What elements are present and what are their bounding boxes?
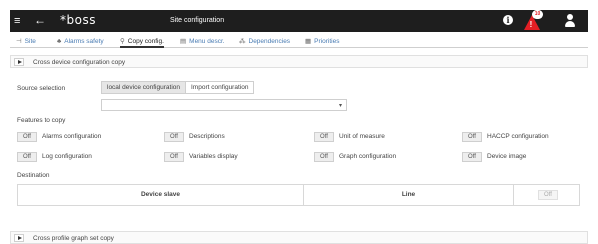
- priorities-icon: ▦: [305, 38, 312, 45]
- feature-label: Variables display: [189, 153, 238, 160]
- site-icon: ⊣: [16, 38, 22, 45]
- graph-copy-section-header[interactable]: Cross profile graph set copy: [10, 231, 588, 244]
- graph-copy-section-title: Cross profile graph set copy: [33, 235, 114, 242]
- alarms-safety-icon: ♣: [57, 38, 62, 45]
- tab-label: Priorities: [314, 38, 340, 45]
- user-icon-head: [567, 14, 573, 20]
- device-copy-section-header[interactable]: Cross device configuration copy: [10, 55, 588, 68]
- source-device-select[interactable]: ▾: [101, 99, 347, 111]
- back-arrow-icon[interactable]: ←: [34, 13, 46, 27]
- feature-label: Device image: [487, 153, 527, 160]
- page-title: Site configuration: [170, 17, 225, 24]
- feature-toggle[interactable]: Off: [462, 132, 482, 142]
- hamburger-menu-icon[interactable]: ≡: [14, 14, 20, 28]
- user-icon[interactable]: [564, 14, 576, 28]
- copy-config-icon: ⚲: [120, 38, 125, 45]
- alarm-warning-icon[interactable]: ! 10: [522, 10, 543, 31]
- feature-label: Descriptions: [189, 133, 225, 140]
- menu-descr-icon: ▤: [180, 38, 187, 45]
- chevron-down-icon: ▾: [338, 103, 342, 109]
- top-navigation-bar: ≡ ← *boss Site configuration i ! 10: [10, 10, 588, 32]
- feature-toggle[interactable]: Off: [462, 152, 482, 162]
- destination-label: Destination: [17, 172, 50, 179]
- select-all-toggle[interactable]: Off: [538, 190, 558, 200]
- feature-toggle[interactable]: Off: [314, 132, 334, 142]
- import-configuration-option[interactable]: Import configuration: [186, 82, 253, 93]
- alarm-count-badge: 10: [532, 10, 543, 19]
- expand-section-button[interactable]: [14, 58, 24, 66]
- tab-dependencies[interactable]: ⁂ Dependencies: [239, 36, 290, 48]
- source-selection-label: Source selection: [17, 85, 66, 92]
- alarm-exclamation-mark: !: [529, 20, 533, 29]
- tab-label: Dependencies: [248, 38, 291, 45]
- feature-label: HACCP configuration: [487, 133, 549, 140]
- feature-toggle[interactable]: Off: [164, 152, 184, 162]
- line-column-header[interactable]: Line: [304, 185, 514, 205]
- feature-label: Alarms configuration: [42, 133, 102, 140]
- info-icon[interactable]: i: [503, 15, 513, 25]
- tab-label: Menu descr.: [189, 38, 225, 45]
- tab-label: Site: [24, 38, 36, 45]
- tab-site[interactable]: ⊣ Site: [16, 36, 36, 48]
- dependencies-icon: ⁂: [239, 38, 246, 45]
- tab-label: Copy config.: [127, 38, 164, 45]
- user-icon-body: [565, 21, 575, 27]
- feature-toggle[interactable]: Off: [314, 152, 334, 162]
- tab-alarms-safety[interactable]: ♣ Alarms safety: [57, 36, 104, 48]
- source-selection-toggle: local device configuration Import config…: [101, 81, 255, 94]
- feature-toggle[interactable]: Off: [17, 132, 37, 142]
- features-label: Features to copy: [17, 117, 66, 124]
- feature-label: Log configuration: [42, 153, 92, 160]
- tab-label: Alarms safety: [64, 38, 104, 45]
- configuration-tabs: ⊣ Site ♣ Alarms safety ⚲ Copy config. ▤ Menu…: [10, 36, 588, 48]
- device-copy-section-title: Cross device configuration copy: [33, 59, 126, 66]
- feature-toggle[interactable]: Off: [164, 132, 184, 142]
- tab-menu-descr[interactable]: ▤ Menu descr.: [180, 36, 225, 48]
- destination-table-header: Device slave Line Off: [17, 184, 580, 206]
- tab-copy-config[interactable]: ⚲ Copy config.: [120, 36, 164, 48]
- feature-toggle[interactable]: Off: [17, 152, 37, 162]
- feature-label: Graph configuration: [339, 153, 397, 160]
- local-device-configuration-option[interactable]: local device configuration: [102, 82, 186, 93]
- tab-priorities[interactable]: ▦ Priorities: [305, 36, 339, 48]
- expand-section-button[interactable]: [14, 234, 24, 242]
- device-slave-column-header[interactable]: Device slave: [18, 185, 304, 205]
- boss-logo: *boss: [60, 13, 96, 27]
- feature-label: Unit of measure: [339, 133, 385, 140]
